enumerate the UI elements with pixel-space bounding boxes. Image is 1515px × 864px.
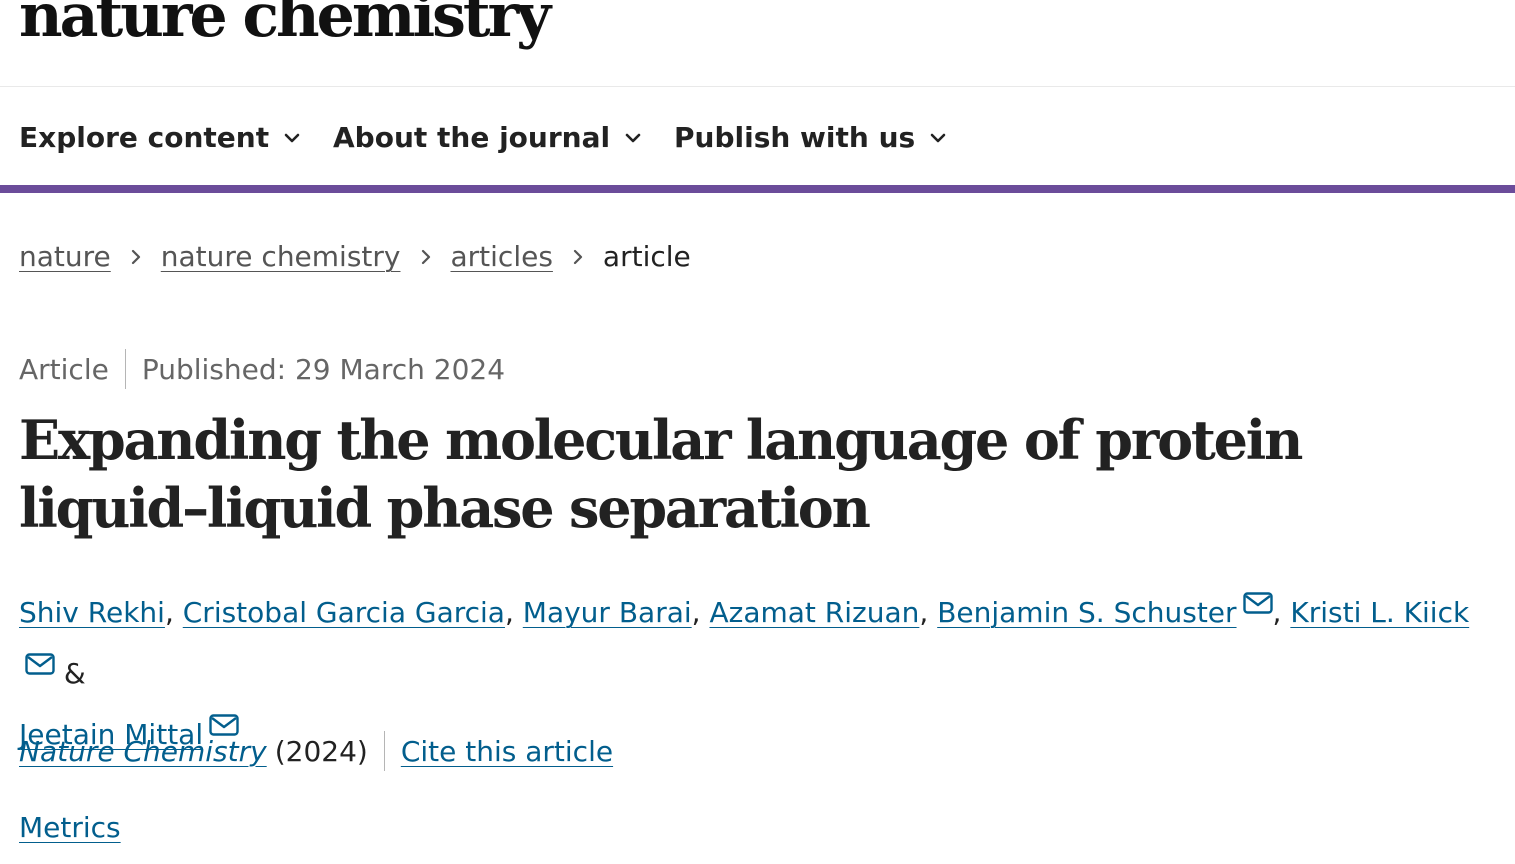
author-link[interactable]: Mayur Barai [523, 596, 692, 629]
breadcrumb-link-nature-chemistry[interactable]: nature chemistry [161, 240, 401, 273]
site-header: nature chemistry [0, 0, 1515, 87]
nav-about-the-journal[interactable]: About the journal [333, 121, 642, 154]
chevron-down-icon [929, 129, 947, 147]
chevron-right-icon [129, 247, 143, 267]
citation-line: Nature Chemistry (2024) Cite this articl… [19, 731, 613, 771]
chevron-down-icon [624, 129, 642, 147]
nav-item-label: About the journal [333, 121, 611, 154]
chevron-down-icon [283, 129, 301, 147]
cite-this-article-link[interactable]: Cite this article [401, 735, 613, 768]
author-link[interactable]: Shiv Rekhi [19, 596, 165, 629]
nav-explore-content[interactable]: Explore content [19, 121, 301, 154]
nav-item-label: Publish with us [674, 121, 916, 154]
publication-year: (2024) [274, 734, 368, 768]
published-date: Published: 29 March 2024 [141, 352, 506, 386]
main-nav: Explore content About the journal Publis… [0, 87, 1515, 193]
chevron-right-icon [571, 247, 585, 267]
author-separator: , [691, 596, 701, 629]
breadcrumb-link-nature[interactable]: nature [19, 240, 111, 273]
journal-logo[interactable]: nature chemistry [19, 0, 551, 46]
author-separator: , [504, 596, 514, 629]
chevron-right-icon [419, 247, 433, 267]
author-separator: , [919, 596, 929, 629]
author-link[interactable]: Azamat Rizuan [709, 596, 919, 629]
citation-divider [383, 731, 385, 771]
article-title: Expanding the molecular language of prot… [19, 408, 1303, 540]
author-separator: , [164, 596, 174, 629]
author-separator: , [1272, 596, 1282, 629]
author-link[interactable]: Kristi L. Kiick [1290, 596, 1469, 629]
article-type: Article [19, 352, 109, 386]
meta-divider [124, 349, 126, 389]
metrics-link[interactable]: Metrics [19, 811, 121, 844]
breadcrumb: nature nature chemistry articles article [19, 240, 691, 273]
nav-publish-with-us[interactable]: Publish with us [674, 121, 947, 154]
journal-link[interactable]: Nature Chemistry [19, 735, 267, 768]
breadcrumb-link-articles[interactable]: articles [451, 240, 553, 273]
article-meta: Article Published: 29 March 2024 [19, 349, 505, 389]
breadcrumb-current: article [602, 240, 691, 273]
author-link[interactable]: Cristobal Garcia Garcia [183, 596, 505, 629]
envelope-icon[interactable] [1242, 592, 1273, 614]
nav-item-label: Explore content [19, 121, 270, 154]
envelope-icon[interactable] [25, 653, 55, 675]
author-link[interactable]: Benjamin S. Schuster [937, 596, 1236, 629]
author-conjunction: & [63, 657, 86, 690]
